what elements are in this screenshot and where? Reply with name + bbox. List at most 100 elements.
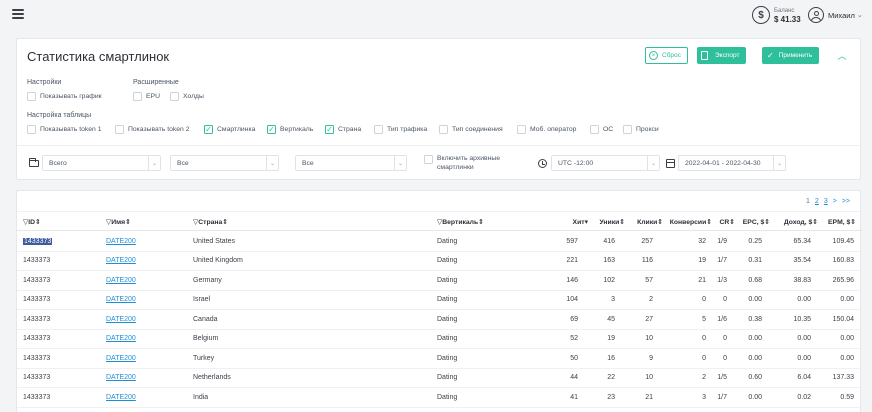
column-epm[interactable]: EPM, $⇕ bbox=[828, 218, 856, 226]
vertical-select[interactable]: Все ⌄ bbox=[295, 155, 407, 171]
checkbox-token1[interactable]: Показывать token 1 bbox=[27, 125, 102, 134]
cell-id: 1433373 bbox=[23, 393, 51, 401]
apply-button[interactable]: ✓ Применить bbox=[762, 47, 820, 64]
check-icon: ✓ bbox=[767, 51, 774, 60]
cell-clicks: 116 bbox=[641, 257, 653, 264]
column-conversions[interactable]: Конверсии⇕ bbox=[670, 218, 712, 226]
cell-cr: 0 bbox=[723, 354, 727, 362]
next-page[interactable]: > bbox=[833, 198, 837, 205]
checkbox-mobile-operator[interactable]: Моб. оператор bbox=[517, 125, 576, 134]
page-1[interactable]: 1 bbox=[806, 198, 810, 205]
cell-epc: 0.68 bbox=[748, 276, 762, 284]
checkbox-connection-type[interactable]: Тип соединения bbox=[439, 125, 503, 134]
checkbox-holds[interactable]: Холды bbox=[170, 92, 204, 101]
cell-epc: 0.00 bbox=[748, 354, 762, 362]
cell-name[interactable]: DATE200 bbox=[106, 277, 136, 284]
checkbox-country[interactable]: ✓ Страна bbox=[325, 125, 361, 134]
cell-epm: 109.45 bbox=[832, 237, 854, 245]
cell-epc: 0.00 bbox=[748, 296, 762, 303]
page-3[interactable]: 3 bbox=[824, 198, 828, 205]
cell-name[interactable]: DATE200 bbox=[106, 238, 136, 245]
sort-desc-icon: ▾ bbox=[584, 219, 588, 226]
last-page[interactable]: >> bbox=[842, 198, 850, 205]
cell-name[interactable]: DATE200 bbox=[106, 335, 136, 342]
cell-income: 38.83 bbox=[793, 276, 811, 284]
sort-icon: ⇕ bbox=[729, 219, 735, 226]
table-row: 1433373 DATE200 United States Dating 597 416 2… bbox=[17, 232, 862, 252]
date-range-picker[interactable]: 2022-04-01 - 2022-04-30 ⌄ bbox=[678, 155, 786, 171]
column-hits[interactable]: Хит▾ bbox=[573, 218, 588, 226]
sort-icon: ⇕ bbox=[619, 219, 625, 226]
cell-name[interactable]: DATE200 bbox=[106, 296, 136, 303]
table-row: 1433373 DATE200 Canada Dating 69 45 27 5 1/6 0.38… bbox=[17, 310, 862, 330]
export-button[interactable]: Экспорт bbox=[697, 47, 747, 64]
reset-button[interactable]: × Сброс bbox=[645, 47, 688, 64]
cell-epc: 0.25 bbox=[748, 237, 762, 245]
check-icon: ✓ bbox=[267, 124, 276, 134]
cell-clicks: 10 bbox=[645, 335, 653, 342]
checkbox-token2[interactable]: Показывать token 2 bbox=[115, 125, 190, 134]
cell-vertical: Dating bbox=[437, 393, 458, 401]
cell-hits: 52 bbox=[570, 335, 578, 342]
page-2[interactable]: 2 bbox=[815, 198, 819, 205]
cell-uniques: 23 bbox=[607, 393, 615, 401]
cell-vertical: Dating bbox=[437, 374, 458, 381]
cell-vertical: Dating bbox=[437, 315, 458, 323]
page-title: Статистика смартлинок bbox=[27, 49, 170, 64]
dollar-icon: $ bbox=[752, 6, 770, 24]
user-menu[interactable]: Михаил ⌄ bbox=[808, 5, 863, 25]
checkbox-proxy[interactable]: Прокси bbox=[623, 125, 659, 134]
checkbox-epu[interactable]: EPU bbox=[133, 92, 160, 101]
chevron-up-icon: ︿ bbox=[837, 51, 847, 61]
column-country[interactable]: ▽Страна⇕ bbox=[193, 218, 228, 226]
column-epc[interactable]: EPC, $⇕ bbox=[743, 218, 770, 226]
cell-epm: 0.00 bbox=[840, 335, 854, 342]
cell-id: 1433373 bbox=[23, 354, 51, 362]
checkbox-box bbox=[27, 92, 36, 101]
cell-epc: 0.38 bbox=[748, 315, 762, 323]
cell-income: 0.00 bbox=[797, 296, 811, 303]
cell-conv: 5 bbox=[702, 315, 706, 323]
cell-id: 1433373 bbox=[23, 335, 51, 342]
checkbox-archived[interactable]: Включить архивные смартлинки bbox=[424, 154, 500, 172]
checkbox-box bbox=[170, 92, 179, 101]
menu-icon[interactable] bbox=[12, 9, 24, 19]
timezone-select[interactable]: UTC -12:00 ⌄ bbox=[551, 155, 660, 171]
checkbox-os[interactable]: ОС bbox=[590, 125, 613, 134]
cell-epm: 265.96 bbox=[832, 276, 854, 284]
cell-income: 10.35 bbox=[793, 315, 811, 323]
user-name: Михаил bbox=[828, 10, 855, 20]
cell-clicks: 2 bbox=[649, 296, 653, 303]
balance-widget: $ Баланс $ 41.33 bbox=[752, 5, 801, 25]
cell-uniques: 3 bbox=[611, 296, 615, 303]
column-name[interactable]: ▽Имя⇕ bbox=[106, 218, 131, 226]
cell-cr: 0 bbox=[723, 335, 727, 342]
cell-cr: 1/5 bbox=[717, 374, 727, 381]
cell-uniques: 163 bbox=[603, 257, 615, 264]
cell-uniques: 22 bbox=[607, 374, 615, 381]
cell-epm: 150.04 bbox=[832, 315, 854, 323]
cell-name[interactable]: DATE200 bbox=[106, 374, 136, 381]
checkbox-show-chart[interactable]: Показывать график bbox=[27, 92, 102, 101]
cell-uniques: 19 bbox=[607, 335, 615, 342]
collapse-button[interactable]: ︿ bbox=[832, 47, 852, 64]
checkbox-vertical[interactable]: ✓ Вертикаль bbox=[267, 125, 313, 134]
column-vertical[interactable]: ▽Вертикаль⇕ bbox=[437, 218, 484, 226]
column-id[interactable]: ▽ID⇕ bbox=[23, 218, 41, 226]
column-cr[interactable]: CR⇕ bbox=[719, 218, 735, 226]
cell-country: United Kingdom bbox=[193, 257, 243, 264]
tag-select[interactable]: Все ⌄ bbox=[170, 155, 279, 171]
smartlink-select[interactable]: Всего ⌄ bbox=[42, 155, 161, 171]
column-uniques[interactable]: Уники⇕ bbox=[599, 218, 625, 226]
cell-name[interactable]: DATE200 bbox=[106, 316, 136, 323]
checkbox-traffic-type[interactable]: Тип трафика bbox=[374, 125, 427, 134]
column-income[interactable]: Доход, $⇕ bbox=[784, 218, 818, 226]
checkbox-smartlink[interactable]: ✓ Смартлинка bbox=[204, 125, 255, 134]
column-clicks[interactable]: Клики⇕ bbox=[637, 218, 663, 226]
cell-name[interactable]: DATE200 bbox=[106, 355, 136, 362]
cell-cr: 1/3 bbox=[717, 276, 727, 284]
cell-name[interactable]: DATE200 bbox=[106, 394, 136, 401]
cell-uniques: 102 bbox=[603, 276, 615, 284]
cell-name[interactable]: DATE200 bbox=[106, 257, 136, 264]
cell-conv: 0 bbox=[702, 335, 706, 342]
